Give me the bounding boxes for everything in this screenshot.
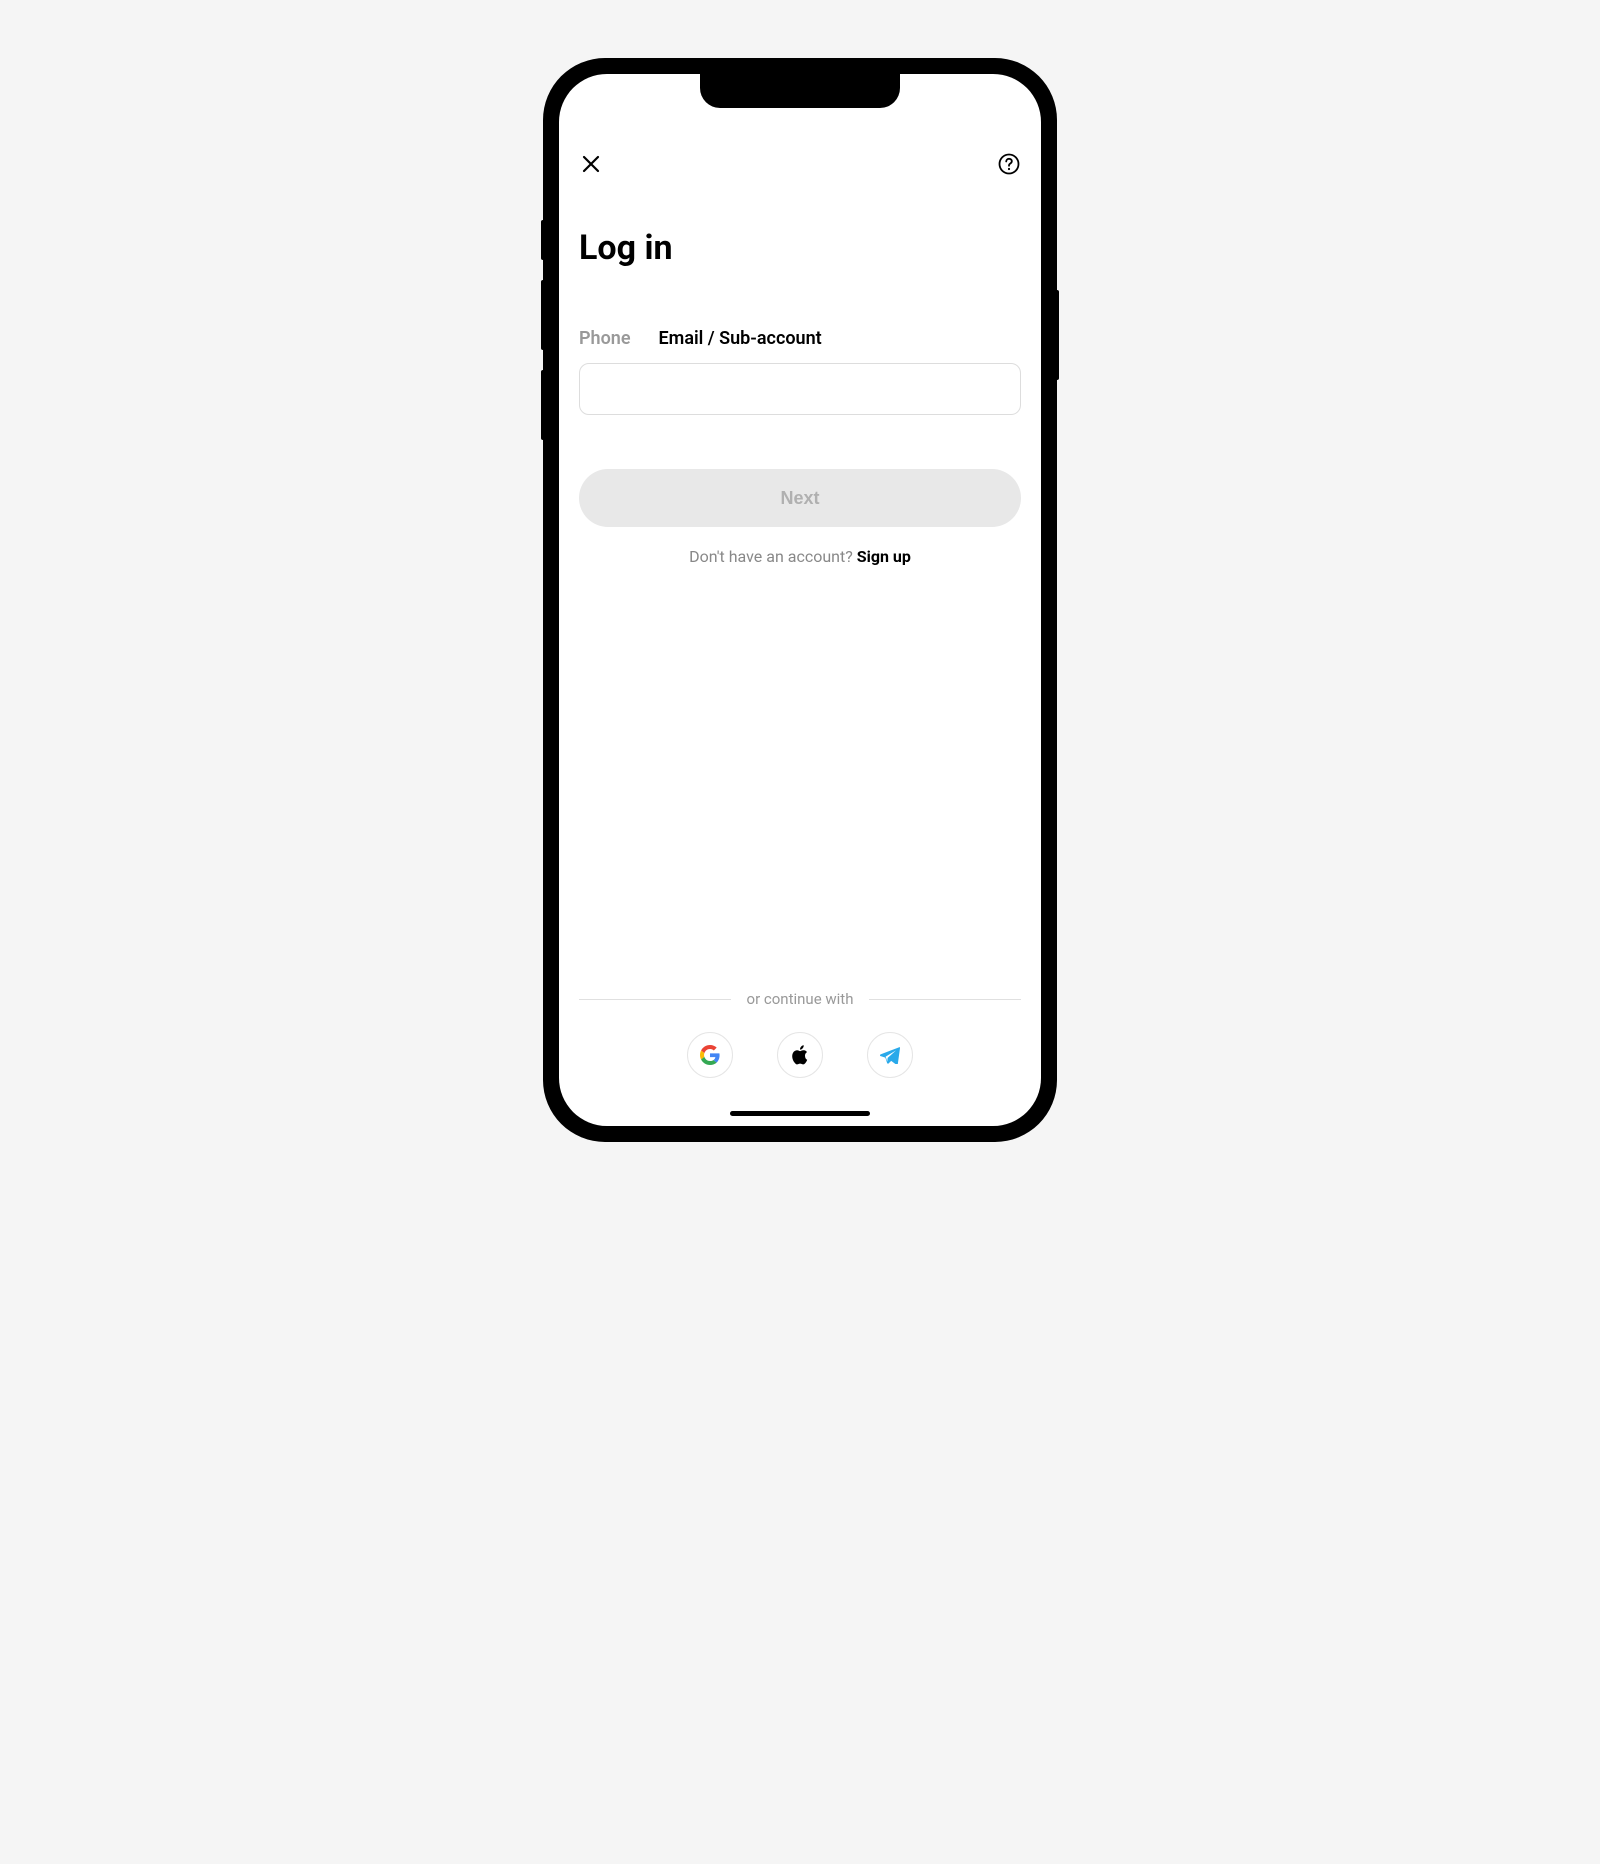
login-method-tabs: Phone Email / Sub-account (579, 328, 1021, 349)
close-button[interactable] (579, 152, 603, 176)
telegram-icon (880, 1046, 900, 1064)
close-icon (582, 155, 600, 173)
login-input[interactable] (579, 363, 1021, 415)
divider-label: or continue with (747, 990, 854, 1008)
signup-row: Don't have an account? Sign up (579, 547, 1021, 566)
help-icon (998, 153, 1020, 175)
spacer (579, 566, 1021, 990)
google-login-button[interactable] (687, 1032, 733, 1078)
divider-line (579, 999, 731, 1000)
help-button[interactable] (997, 152, 1021, 176)
divider-line (869, 999, 1021, 1000)
telegram-login-button[interactable] (867, 1032, 913, 1078)
google-icon (700, 1045, 720, 1065)
login-content: Log in Phone Email / Sub-account Next Do… (559, 74, 1041, 1126)
apple-icon (791, 1045, 809, 1065)
phone-frame: Log in Phone Email / Sub-account Next Do… (545, 60, 1055, 1140)
phone-side-button (541, 370, 545, 440)
tab-email[interactable]: Email / Sub-account (659, 328, 822, 349)
social-divider: or continue with (579, 990, 1021, 1008)
phone-side-button (1055, 290, 1059, 380)
signup-link[interactable]: Sign up (857, 547, 911, 566)
apple-login-button[interactable] (777, 1032, 823, 1078)
social-login-row (579, 1032, 1021, 1078)
notch (700, 74, 900, 108)
screen: Log in Phone Email / Sub-account Next Do… (559, 74, 1041, 1126)
signup-prompt: Don't have an account? (689, 547, 857, 566)
home-indicator (730, 1111, 870, 1116)
tab-phone[interactable]: Phone (579, 328, 631, 349)
page-title: Log in (579, 228, 1021, 268)
next-button[interactable]: Next (579, 469, 1021, 527)
